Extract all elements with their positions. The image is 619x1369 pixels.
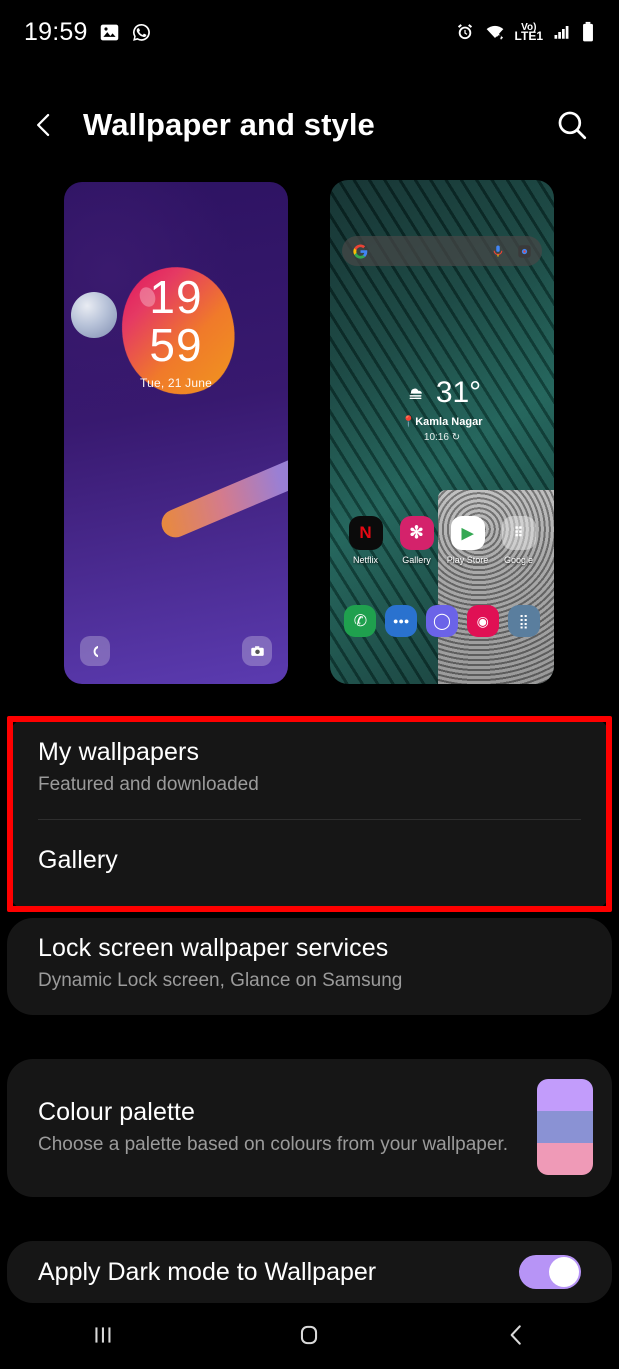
palette-text: Colour palette Choose a palette based on… bbox=[38, 1098, 537, 1157]
home-icon[interactable] bbox=[274, 1310, 344, 1360]
row-title: Lock screen wallpaper services bbox=[38, 934, 389, 962]
camera-icon[interactable] bbox=[242, 636, 272, 666]
lock-screen-wallpaper-services-card[interactable]: Lock screen wallpaper services Dynamic L… bbox=[7, 918, 612, 1015]
dark-mode-toggle[interactable] bbox=[519, 1255, 581, 1289]
alarm-icon bbox=[457, 24, 472, 40]
app-gallery[interactable]: ✻ Gallery bbox=[394, 516, 440, 565]
services-row[interactable]: Lock screen wallpaper services Dynamic L… bbox=[7, 918, 612, 1015]
signal-bars-icon bbox=[554, 26, 569, 39]
swatch-color-3 bbox=[537, 1143, 593, 1175]
apps-icon[interactable]: ⣿ bbox=[507, 605, 540, 637]
home-screen-preview[interactable]: 31° 📍Kamla Nagar 10:16 ↻ N Netflix ✻ Gal… bbox=[330, 180, 554, 684]
bar-decoration bbox=[157, 450, 288, 542]
wallpapers-card: My wallpapers Featured and downloaded Ga… bbox=[7, 716, 612, 912]
battery-icon bbox=[583, 21, 593, 42]
wallpaper-previews: 19 59 Tue, 21 June 31° 📍Kamla Nagar 10:1… bbox=[0, 180, 619, 690]
app-label: Play Store bbox=[446, 555, 489, 565]
lock-screen-preview[interactable]: 19 59 Tue, 21 June bbox=[64, 182, 288, 684]
colour-palette-card[interactable]: Colour palette Choose a palette based on… bbox=[7, 1059, 612, 1197]
sphere-decoration bbox=[71, 292, 117, 338]
microphone-icon[interactable] bbox=[491, 244, 505, 258]
chevron-left-icon[interactable] bbox=[30, 111, 58, 139]
status-bar-left: 19:59 bbox=[24, 18, 152, 47]
dark-mode-label: Apply Dark mode to Wallpaper bbox=[38, 1257, 377, 1286]
home-dock: ✆ ●●● ◯ ◉ ⣿ bbox=[330, 605, 554, 637]
home-apps-row: N Netflix ✻ Gallery ▶ Play Store ⠿ Googl… bbox=[330, 516, 554, 565]
google-g-icon bbox=[353, 243, 368, 259]
weather-main-row: 31° bbox=[330, 378, 554, 408]
app-netflix[interactable]: N Netflix bbox=[343, 516, 389, 565]
internet-icon[interactable]: ◯ bbox=[425, 605, 458, 637]
row-title: Gallery bbox=[38, 846, 118, 874]
row-subtitle: Dynamic Lock screen, Glance on Samsung bbox=[38, 970, 403, 991]
blob-decoration bbox=[106, 254, 250, 408]
google-folder-icon: ⠿ bbox=[501, 516, 536, 550]
weather-temperature: 31° bbox=[435, 376, 482, 409]
app-play-store[interactable]: ▶ Play Store bbox=[445, 516, 491, 565]
row-subtitle: Featured and downloaded bbox=[38, 774, 259, 795]
row-title: Colour palette bbox=[38, 1097, 196, 1126]
app-label: Gallery bbox=[402, 555, 431, 565]
weather-widget[interactable]: 31° 📍Kamla Nagar 10:16 ↻ bbox=[330, 378, 554, 444]
app-google-folder[interactable]: ⠿ Google bbox=[496, 516, 542, 565]
image-icon bbox=[100, 24, 118, 40]
phone-icon[interactable] bbox=[80, 636, 110, 666]
recents-icon[interactable] bbox=[68, 1310, 138, 1360]
apply-dark-mode-card[interactable]: Apply Dark mode to Wallpaper bbox=[7, 1241, 612, 1303]
google-search-bar[interactable] bbox=[342, 236, 542, 266]
swatch-color-1 bbox=[537, 1079, 593, 1111]
app-label: Netflix bbox=[352, 555, 378, 565]
dark-mode-row[interactable]: Apply Dark mode to Wallpaper bbox=[7, 1241, 612, 1303]
phone-icon[interactable]: ✆ bbox=[344, 605, 377, 637]
search-icon[interactable] bbox=[555, 108, 589, 142]
google-lens-icon[interactable] bbox=[517, 244, 532, 259]
netflix-icon: N bbox=[348, 516, 383, 550]
weather-location: 📍Kamla Nagar bbox=[401, 416, 483, 428]
gallery-icon: ✻ bbox=[399, 516, 434, 550]
camera-icon[interactable]: ◉ bbox=[466, 605, 499, 637]
volte-lte1-icon: Vo) LTE1 bbox=[514, 22, 543, 43]
row-title: My wallpapers bbox=[38, 738, 200, 766]
location-pin-icon: 📍 bbox=[401, 416, 416, 428]
messages-icon[interactable]: ●●● bbox=[385, 605, 418, 637]
swatch-color-2 bbox=[537, 1111, 593, 1143]
cloudy-weather-icon bbox=[409, 388, 422, 400]
row-subtitle: Choose a palette based on colours from y… bbox=[38, 1133, 508, 1155]
weather-time: 10:16 ↻ bbox=[423, 432, 461, 443]
my-wallpapers-row[interactable]: My wallpapers Featured and downloaded bbox=[7, 716, 612, 819]
play-store-icon: ▶ bbox=[450, 516, 485, 550]
app-label: Google bbox=[503, 555, 534, 565]
navigation-bar bbox=[0, 1300, 619, 1369]
phone-screen: 19:59 Vo) LTE1 Wallpaper and style 19 59… bbox=[0, 0, 619, 1369]
status-bar: 19:59 Vo) LTE1 bbox=[0, 0, 619, 64]
wifi-icon bbox=[486, 25, 503, 40]
status-bar-clock: 19:59 bbox=[24, 17, 88, 46]
toggle-knob bbox=[549, 1257, 579, 1287]
palette-row[interactable]: Colour palette Choose a palette based on… bbox=[7, 1059, 612, 1197]
status-bar-right: Vo) LTE1 bbox=[455, 21, 595, 43]
gallery-row[interactable]: Gallery bbox=[7, 820, 612, 897]
palette-swatch[interactable] bbox=[537, 1079, 593, 1175]
page-title: Wallpaper and style bbox=[83, 107, 375, 142]
whatsapp-icon bbox=[132, 23, 150, 41]
refresh-icon[interactable]: ↻ bbox=[452, 432, 460, 443]
back-icon[interactable] bbox=[481, 1310, 551, 1360]
app-bar: Wallpaper and style bbox=[0, 92, 619, 158]
